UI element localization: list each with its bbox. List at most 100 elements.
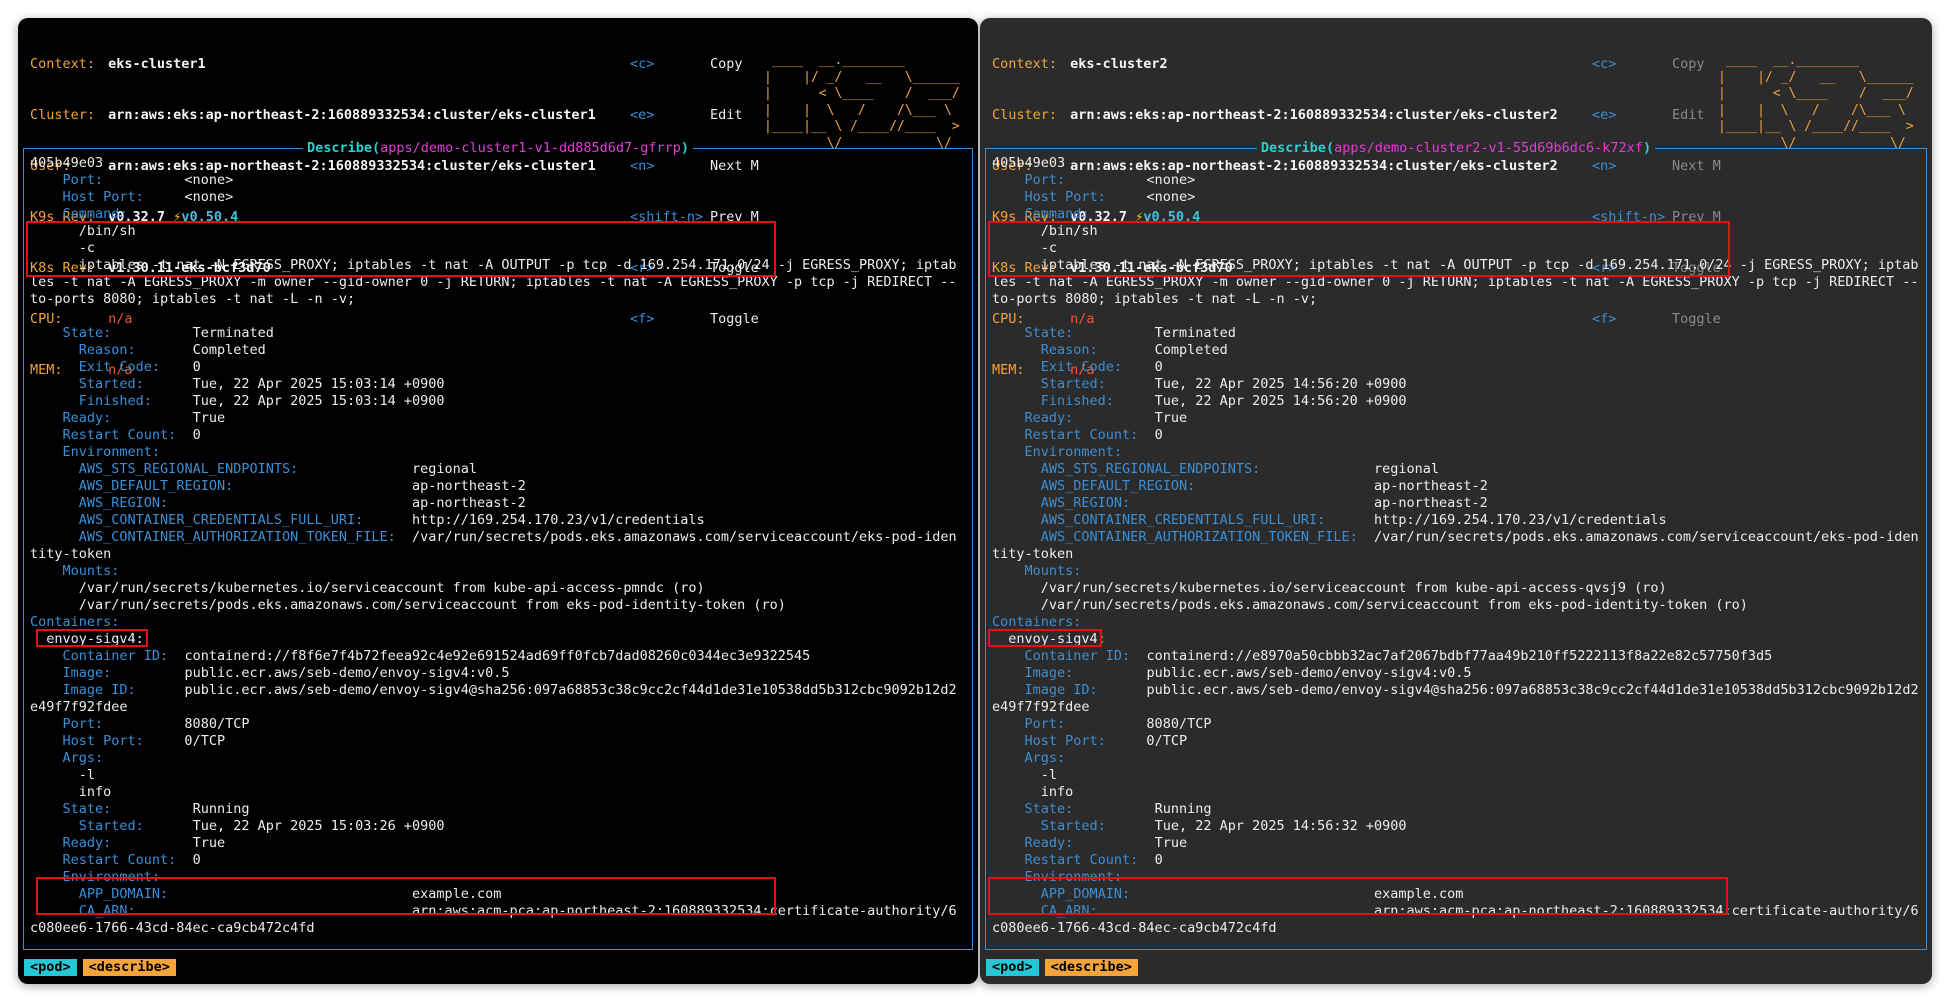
describe-line: AWS_STS_REGIONAL_ENDPOINTS: regional — [78, 461, 478, 477]
describe-line: Reason: Completed — [1040, 342, 1228, 358]
describe-line: Host Port: <none> — [62, 189, 234, 205]
describe-line: Port: <none> — [62, 172, 234, 188]
describe-line: c080ee6-1766-43cd-84ec-ca9cb472c4fd — [30, 920, 315, 936]
describe-line: /var/run/secrets/pods.eks.amazonaws.com/… — [992, 597, 1748, 613]
describe-line: Started: Tue, 22 Apr 2025 15:03:26 +0900 — [78, 818, 445, 834]
describe-line: Image: public.ecr.aws/seb-demo/envoy-sig… — [62, 665, 510, 681]
highlight-command — [988, 221, 1730, 277]
describe-line: Image ID: public.ecr.aws/seb-demo/envoy-… — [1024, 682, 1919, 698]
resource-ref: apps/demo-cluster2-v1-55d69b6dc6-k72xf — [1334, 140, 1643, 156]
k9s-window-cluster2[interactable]: Context: eks-cluster2 Cluster: arn:aws:e… — [980, 18, 1932, 984]
describe-line: Reason: Completed — [78, 342, 266, 358]
describe-line: AWS_CONTAINER_AUTHORIZATION_TOKEN_FILE: … — [78, 529, 957, 545]
describe-line: 405b49e03 — [30, 155, 104, 171]
describe-line: AWS_STS_REGIONAL_ENDPOINTS: regional — [1040, 461, 1440, 477]
describe-line: Host Port: 0/TCP — [62, 733, 226, 749]
describe-line: info — [992, 784, 1074, 800]
describe-line: -l — [992, 767, 1058, 783]
describe-line — [992, 308, 1922, 325]
describe-line: AWS_DEFAULT_REGION: ap-northeast-2 — [78, 478, 526, 494]
cluster-value: arn:aws:eks:ap-northeast-2:160889332534:… — [108, 107, 596, 123]
describe-line: envoy-sigv4: — [30, 631, 144, 647]
describe-line: Port: 8080/TCP — [1024, 716, 1212, 732]
describe-line: 405b49e03 — [992, 155, 1066, 171]
describe-line: Finished: Tue, 22 Apr 2025 15:03:14 +090… — [78, 393, 445, 409]
context-value: eks-cluster1 — [108, 56, 206, 72]
describe-line: State: Running — [1024, 801, 1212, 817]
describe-line: Host Port: <none> — [1024, 189, 1196, 205]
describe-line: /var/run/secrets/kubernetes.io/serviceac… — [992, 580, 1667, 596]
describe-line: c080ee6-1766-43cd-84ec-ca9cb472c4fd — [992, 920, 1277, 936]
describe-line: State: Terminated — [1024, 325, 1236, 341]
describe-line: Exit Code: 0 — [1040, 359, 1163, 375]
describe-line: e49f7f92fdee — [992, 699, 1090, 715]
describe-line: AWS_REGION: ap-northeast-2 — [78, 495, 526, 511]
describe-line: Restart Count: 0 — [1024, 427, 1163, 443]
describe-line: Port: 8080/TCP — [62, 716, 250, 732]
describe-line: Ready: True — [62, 410, 226, 426]
describe-line: Ready: True — [1024, 410, 1188, 426]
describe-line: AWS_CONTAINER_AUTHORIZATION_TOKEN_FILE: … — [1040, 529, 1919, 545]
crumb-pod[interactable]: <pod> — [24, 959, 77, 976]
describe-line: Ready: True — [1024, 835, 1188, 851]
describe-line: Environment: — [62, 444, 161, 460]
describe-line: Container ID: containerd://f8f6e7f4b72fe… — [62, 648, 811, 664]
describe-line: AWS_DEFAULT_REGION: ap-northeast-2 — [1040, 478, 1488, 494]
describe-line: AWS_CONTAINER_CREDENTIALS_FULL_URI: http… — [1040, 512, 1667, 528]
describe-line: Containers: — [30, 614, 120, 630]
highlight-command — [26, 221, 776, 277]
breadcrumb: <pod> <describe> — [986, 959, 1144, 976]
describe-line: Host Port: 0/TCP — [1024, 733, 1188, 749]
describe-panel[interactable]: Describe(apps/demo-cluster1-v1-dd885d6d7… — [23, 140, 973, 950]
highlight-container-name — [988, 629, 1102, 647]
describe-line: State: Running — [62, 801, 250, 817]
describe-line: Mounts: — [62, 563, 120, 579]
describe-line: envoy-sigv4: — [992, 631, 1106, 647]
describe-line: Restart Count: 0 — [62, 427, 201, 443]
describe-line: Image ID: public.ecr.aws/seb-demo/envoy-… — [62, 682, 957, 698]
resource-ref: apps/demo-cluster1-v1-dd885d6d7-gfrrp — [380, 140, 681, 156]
key-hint-edit[interactable]: <e> Edit — [630, 107, 759, 124]
describe-line: tity-token — [30, 546, 112, 562]
crumb-pod[interactable]: <pod> — [986, 959, 1039, 976]
label-cluster: Cluster: — [30, 107, 96, 123]
breadcrumb: <pod> <describe> — [24, 959, 182, 976]
describe-line: State: Terminated — [62, 325, 274, 341]
describe-line: Started: Tue, 22 Apr 2025 14:56:32 +0900 — [1040, 818, 1407, 834]
context-value: eks-cluster2 — [1070, 56, 1168, 72]
describe-line: Exit Code: 0 — [78, 359, 201, 375]
describe-line: /var/run/secrets/kubernetes.io/serviceac… — [30, 580, 705, 596]
describe-line — [30, 308, 968, 325]
describe-line: Containers: — [992, 614, 1082, 630]
describe-line: to-ports 8080; iptables -t nat -L -n -v; — [992, 291, 1318, 307]
key-hint-edit[interactable]: <e> Edit — [1592, 107, 1721, 124]
crumb-describe[interactable]: <describe> — [82, 959, 176, 976]
describe-line: AWS_REGION: ap-northeast-2 — [1040, 495, 1488, 511]
k9s-window-cluster1[interactable]: Context: eks-cluster1 Cluster: arn:aws:e… — [18, 18, 978, 984]
describe-line: Container ID: containerd://e8970a50cbbb3… — [1024, 648, 1773, 664]
describe-line: Restart Count: 0 — [62, 852, 201, 868]
describe-line: -l — [30, 767, 96, 783]
highlight-ca-arn — [988, 877, 1728, 915]
describe-line: Restart Count: 0 — [1024, 852, 1163, 868]
describe-panel[interactable]: Describe(apps/demo-cluster2-v1-55d69b6dc… — [985, 140, 1927, 950]
describe-line: Started: Tue, 22 Apr 2025 15:03:14 +0900 — [78, 376, 445, 392]
describe-line: Finished: Tue, 22 Apr 2025 14:56:20 +090… — [1040, 393, 1407, 409]
highlight-ca-arn — [36, 877, 776, 915]
describe-line: Ready: True — [62, 835, 226, 851]
describe-line: /var/run/secrets/pods.eks.amazonaws.com/… — [30, 597, 786, 613]
key-hint-copy[interactable]: <c> Copy — [1592, 56, 1721, 73]
describe-line: AWS_CONTAINER_CREDENTIALS_FULL_URI: http… — [78, 512, 705, 528]
label-cluster: Cluster: — [992, 107, 1058, 123]
crumb-describe[interactable]: <describe> — [1044, 959, 1138, 976]
key-hint-copy[interactable]: <c> Copy — [630, 56, 759, 73]
describe-line: e49f7f92fdee — [30, 699, 128, 715]
label-context: Context: — [30, 56, 96, 72]
describe-line: Args: — [1024, 750, 1066, 766]
describe-line: info — [30, 784, 112, 800]
highlight-container-name — [36, 629, 148, 647]
describe-line: tity-token — [992, 546, 1074, 562]
describe-line: Port: <none> — [1024, 172, 1196, 188]
label-context: Context: — [992, 56, 1058, 72]
cluster-value: arn:aws:eks:ap-northeast-2:160889332534:… — [1070, 107, 1558, 123]
